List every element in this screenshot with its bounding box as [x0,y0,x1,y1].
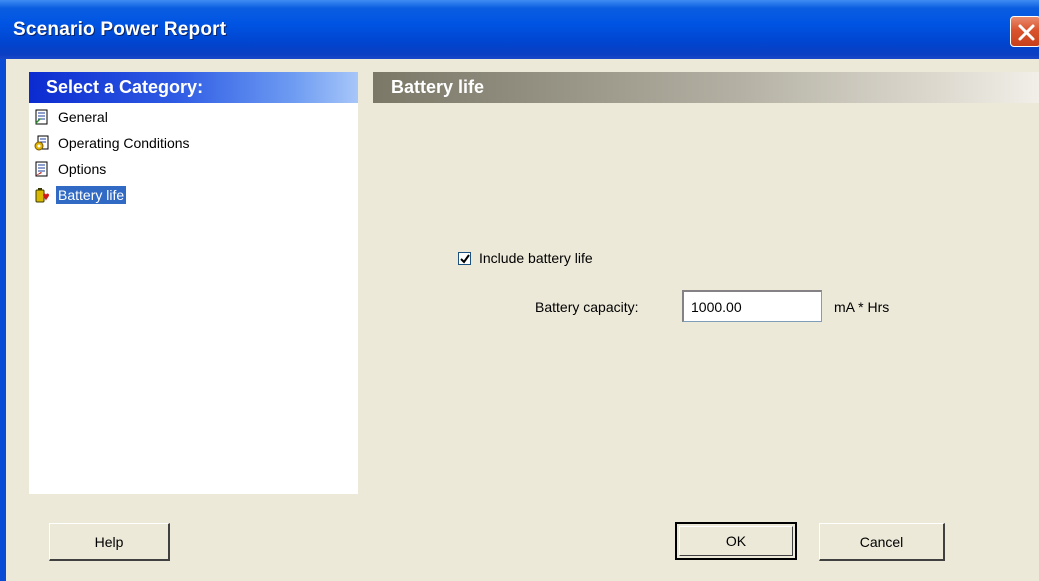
include-battery-life-label: Include battery life [479,250,593,266]
cancel-button[interactable]: Cancel [819,523,945,561]
category-item-general[interactable]: General [34,106,110,128]
window-frame-left [0,59,6,581]
category-item-label: Options [58,161,107,177]
battery-capacity-input[interactable] [682,290,822,322]
settings-document-icon [34,135,49,151]
battery-capacity-label: Battery capacity: [535,299,639,315]
category-header-label: Select a Category: [46,77,204,97]
close-icon [1018,24,1035,41]
checkbox-box[interactable] [458,251,471,265]
category-item-operating-conditions[interactable]: Operating Conditions [34,132,192,154]
category-item-label: General [58,109,108,125]
category-header: Select a Category: [29,72,358,103]
help-button[interactable]: Help [49,523,170,561]
close-button[interactable] [1010,16,1039,47]
battery-capacity-unit: mA * Hrs [834,299,890,315]
category-item-label: Operating Conditions [58,135,190,151]
section-header: Battery life [373,72,1039,103]
ok-button[interactable]: OK [675,522,797,560]
options-document-icon [35,161,48,177]
title-bar[interactable]: Scenario Power Report [0,0,1039,59]
section-title: Battery life [391,77,485,97]
category-item-options[interactable]: Options [34,158,108,180]
category-item-label: Battery life [56,186,127,204]
category-item-battery-life[interactable]: Battery life [34,184,127,206]
document-icon [35,109,48,125]
include-battery-life-checkbox[interactable]: Include battery life [458,250,593,266]
checkmark-icon [460,253,470,264]
battery-icon [35,188,49,203]
window-title: Scenario Power Report [13,19,227,40]
